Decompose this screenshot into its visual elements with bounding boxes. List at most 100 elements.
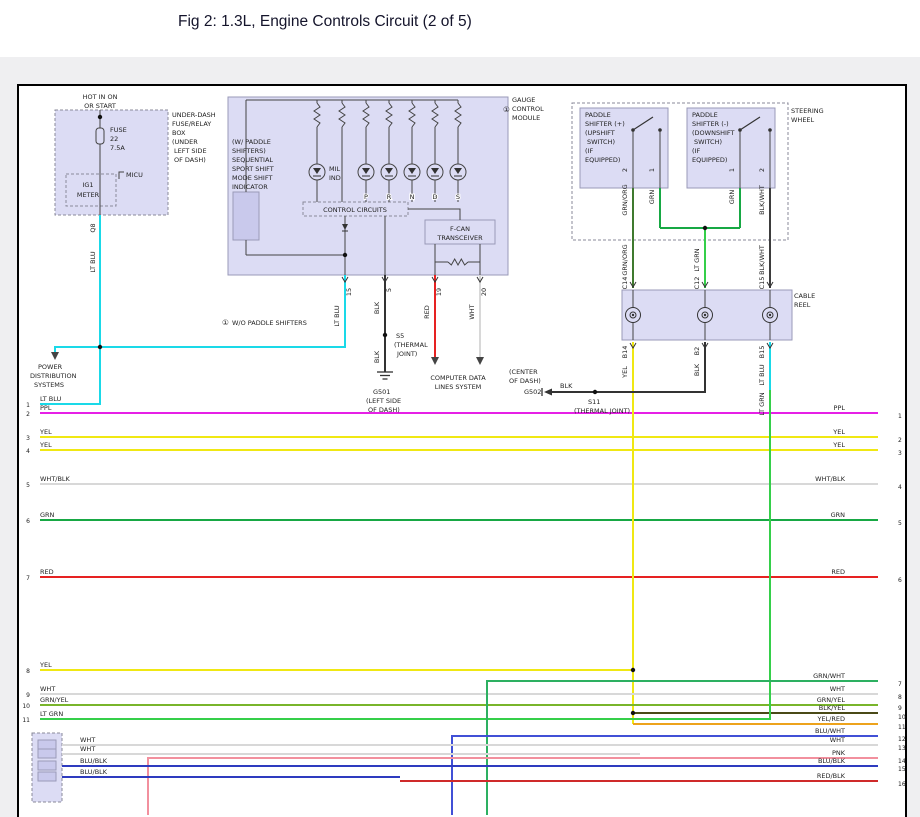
junction-dot (593, 390, 597, 394)
label-lt-blu: LT BLU (89, 251, 97, 273)
label-fuse: FUSE (110, 126, 127, 134)
label-2: 2 (898, 437, 902, 444)
label-ppl: PPL (40, 404, 52, 412)
cable-reel-coil-icon (632, 314, 634, 316)
label-p: P (364, 193, 368, 201)
label-b2: B2 (693, 347, 701, 356)
label-gauge: GAUGE (512, 96, 535, 104)
label-left-side: (LEFT SIDE (366, 397, 401, 405)
junction-dot (383, 333, 387, 337)
label-thermal: (THERMAL (394, 341, 428, 349)
label-ppl: PPL (834, 404, 846, 412)
label-grn: GRN (831, 511, 846, 519)
label-wht: WHT (80, 745, 95, 753)
bottom-connector-pin4 (38, 772, 56, 781)
label-blu-blk: BLU/BLK (80, 768, 108, 776)
label-shifter: SHIFTER (-) (692, 120, 729, 128)
label-red: RED (40, 568, 54, 576)
label-wht-blk: WHT/BLK (40, 475, 71, 483)
junction-dot (703, 226, 707, 230)
label-22: 22 (110, 135, 118, 143)
module-inner-block (233, 192, 259, 240)
label-grn-org: GRN/ORG (621, 184, 629, 215)
label-12: 12 (898, 736, 906, 743)
label-blk: BLK (693, 363, 701, 376)
label-11: 11 (22, 717, 30, 724)
label-b14: B14 (621, 346, 629, 359)
label-or-start: OR START (84, 102, 116, 110)
label-shifter: SHIFTER (+) (585, 120, 625, 128)
label-7: 7 (898, 681, 902, 688)
label-15: 15 (345, 288, 353, 296)
label-lines-system: LINES SYSTEM (435, 383, 482, 391)
label-paddle: PADDLE (585, 111, 611, 119)
label-8: 8 (898, 694, 902, 701)
junction-dot (343, 253, 347, 257)
label-if: (IF (585, 147, 593, 155)
label-wht: WHT (468, 304, 476, 319)
label-blk: BLK (560, 382, 573, 390)
label-grn-yel: GRN/YEL (817, 696, 846, 704)
bottom-connector-pin1 (38, 740, 56, 749)
label-4: 4 (26, 448, 30, 455)
label-2: 2 (26, 411, 30, 418)
label-mode-shift: MODE SHIFT (232, 174, 272, 182)
label-ind: IND (329, 174, 341, 182)
label-lt-blu: LT BLU (40, 395, 62, 403)
cable-reel-coil-icon (704, 314, 706, 316)
label-paddle: PADDLE (692, 111, 718, 119)
bottom-connector-pin2 (38, 749, 56, 758)
label-wheel: WHEEL (791, 116, 815, 124)
label-s5: S5 (396, 332, 404, 340)
junction-dot (98, 115, 102, 119)
label-if: (IF (692, 147, 700, 155)
label-c12: C12 (693, 277, 701, 290)
label-of-dash: OF DASH) (174, 156, 206, 164)
label-g502: G502 (524, 388, 541, 396)
label-yel-red: YEL/RED (816, 715, 845, 723)
label-10: 10 (22, 703, 30, 710)
label-9: 9 (898, 705, 902, 712)
label-yel: YEL (621, 366, 629, 379)
label-5: 5 (898, 520, 902, 527)
label-transceiver: TRANSCEIVER (436, 234, 483, 242)
label-control: CONTROL (512, 105, 544, 113)
label-blk: BLK (373, 301, 381, 314)
label-10: 10 (898, 714, 906, 721)
label-blu-blk: BLU/BLK (818, 757, 846, 765)
label-2: 2 (758, 168, 766, 172)
label-distribution: DISTRIBUTION (30, 372, 77, 380)
label-left-side: LEFT SIDE (174, 147, 207, 155)
label-under-dash: UNDER-DASH (172, 111, 216, 119)
label-equipped: EQUIPPED) (692, 156, 727, 164)
label-: ① (503, 105, 510, 114)
label-6: 6 (26, 518, 30, 525)
label-6: 6 (898, 577, 902, 584)
label-wht: WHT (830, 685, 845, 693)
label-b15: B15 (758, 346, 766, 359)
label-14: 14 (898, 758, 906, 765)
label-: ① (222, 318, 229, 327)
label-box: BOX (172, 129, 186, 137)
label-w-paddle: (W/ PADDLE (232, 138, 271, 146)
label-20: 20 (480, 288, 488, 296)
label-q8: Q8 (89, 223, 97, 232)
label-lt-grn: LT GRN (758, 392, 766, 415)
label-control-circuits: CONTROL CIRCUITS (323, 206, 387, 214)
label-cable: CABLE (794, 292, 815, 300)
junction-dot (98, 345, 102, 349)
label-1: 1 (26, 402, 30, 409)
label-7: 7 (26, 575, 30, 582)
wiring-diagram: HOT IN ONOR STARTFUSE227.5AMICUIG1METERU… (0, 0, 920, 817)
label-blk: BLK (373, 350, 381, 363)
label-11: 11 (898, 724, 906, 731)
label-steering: STEERING (791, 107, 824, 115)
label-3: 3 (26, 435, 30, 442)
label-lt-blu: LT BLU (333, 305, 341, 327)
label-16: 16 (898, 781, 906, 788)
label-of-dash: OF DASH) (509, 377, 541, 385)
label-power: POWER (38, 363, 63, 371)
label-1: 1 (728, 168, 736, 172)
label-grn: GRN (728, 190, 736, 205)
label-reel: REEL (794, 301, 811, 309)
